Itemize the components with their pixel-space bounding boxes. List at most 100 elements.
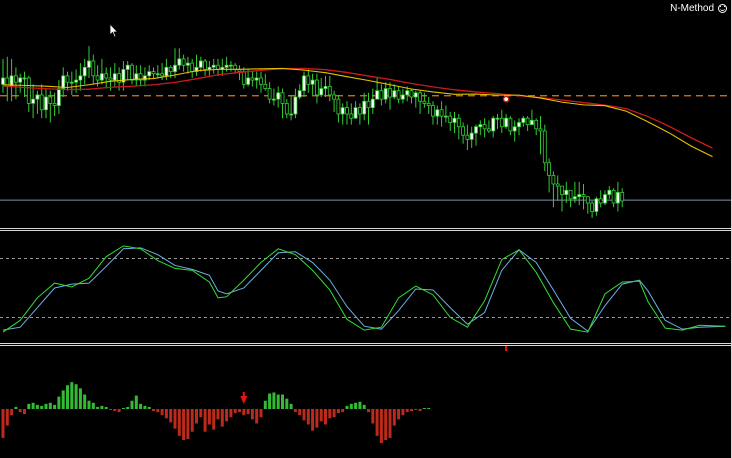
candle-body [254,77,259,81]
smiley-icon [718,4,727,13]
histogram-bar-positive [66,385,69,409]
price-chart-pane[interactable]: N-Method [0,0,732,227]
candle-body [259,77,263,85]
histogram-bar-negative [190,409,194,432]
candle-body [581,194,586,198]
candle-body [31,98,36,104]
histogram-bar-negative [216,409,220,420]
candle-body [598,198,603,204]
candle-body [521,117,526,123]
candle-body [82,66,87,77]
candle-body [323,86,328,89]
chart-terminal[interactable]: N-Method [0,0,732,458]
candle-body [203,60,208,70]
candle-body [590,202,594,212]
pane-separator[interactable] [0,343,732,344]
histogram-bar-positive [126,406,130,409]
candle-body [177,58,182,66]
candle-body [435,109,440,117]
histogram-bar-positive [78,388,82,409]
candle-body [413,92,418,98]
candle-body [314,79,319,96]
candle-body [18,77,23,83]
candle-body [499,117,504,128]
candle-body [534,119,539,130]
candle-body [263,83,268,89]
histogram-bar-negative [203,409,207,432]
down-arrow-shaft [242,392,245,397]
candle-body [1,77,5,85]
candle-body [396,90,401,100]
candle-body [211,64,216,68]
histogram-bar-positive [61,390,65,409]
histogram-bar-positive [83,394,87,409]
candle-body [74,79,78,83]
histogram-bar-positive [281,394,284,409]
candle-body [370,98,375,109]
candle-body [611,189,616,204]
stochastic-pane[interactable] [0,231,732,342]
candle-body [155,73,160,76]
histogram-bar-negative [117,409,121,413]
histogram-bar-positive [289,403,293,409]
histogram-bar-negative [246,409,250,415]
histogram-bar-positive [14,406,18,409]
histogram-bar-negative [164,409,168,419]
histogram-bar-negative [255,409,259,424]
histogram-bar-positive [272,392,276,409]
histogram-bar-positive [139,403,143,409]
histogram-bar-negative [319,409,323,422]
histogram-bar-positive [100,405,104,409]
histogram-bar-negative [302,409,306,421]
candle-body [284,103,289,115]
candle-body [78,75,83,81]
histogram-bar-negative [418,409,422,412]
candle-body [392,90,397,98]
candle-body [603,194,607,204]
histogram-pane[interactable] [0,346,732,458]
histogram-bar-negative [199,409,203,418]
candle-body [44,96,48,111]
histogram-bar-negative [336,409,340,414]
candle-body [332,94,337,100]
histogram-bar-negative [328,409,332,419]
histogram-bar-negative [109,409,112,411]
histogram-bar-negative [220,409,224,427]
histogram-bar-positive [48,402,52,409]
candle-body [340,107,345,115]
histogram-bar-positive [285,398,289,409]
stochastic-main-line [2,245,726,333]
candle-body [151,71,156,75]
candle-body [482,124,487,130]
histogram-bar-negative [311,409,315,431]
histogram-bar-negative [177,409,181,436]
candle-body [228,64,233,67]
candle-body [125,64,130,70]
candle-body [276,92,281,100]
histogram-bar-negative [113,409,117,412]
histogram-bar-negative [306,409,310,425]
candle-body [409,90,414,98]
histogram-bar-positive [134,395,138,409]
candle-body [87,60,91,68]
candle-body [91,60,96,77]
candle-body [504,117,509,128]
histogram-bar-negative [207,409,211,425]
candle-body [555,183,560,187]
candle-body [267,88,272,100]
candle-body [289,113,294,116]
candle-body [22,77,27,80]
candle-body [388,88,392,98]
candle-body [147,71,152,77]
histogram-bar-positive [35,404,39,409]
histogram-bar-positive [40,405,44,409]
candle-body [65,75,70,83]
histogram-bar-negative [367,409,370,413]
pane-separator[interactable] [0,228,732,229]
candle-body [306,75,311,85]
histogram-bar-negative [341,409,345,413]
histogram-bar-negative [315,409,319,428]
candle-body [375,90,380,100]
candle-body [616,192,620,204]
candle-body [26,77,31,104]
